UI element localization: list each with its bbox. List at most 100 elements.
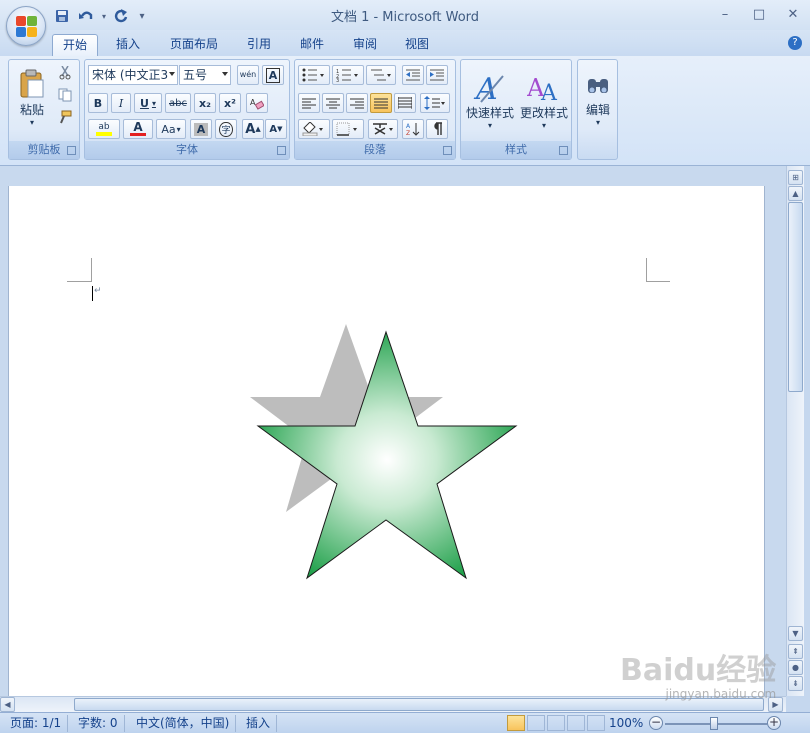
print-layout-view-icon[interactable] [507,715,525,731]
paste-button[interactable]: 粘贴 ▾ [12,63,52,133]
copy-button[interactable] [55,86,75,104]
grow-font-button[interactable]: A ▲ [242,119,264,139]
decrease-indent-button[interactable] [402,65,424,85]
multilevel-list-button[interactable] [366,65,396,85]
character-shading-icon: A [193,122,209,136]
page-count[interactable]: 页面: 1/1 [4,715,69,732]
borders-button[interactable] [332,119,364,139]
styles-launcher-icon[interactable] [559,146,568,155]
font-size-combo[interactable]: 五号 [179,65,231,85]
chinese-layout-button[interactable] [368,119,398,139]
editing-dropdown-icon: ▾ [595,117,600,127]
word-count[interactable]: 字数: 0 [72,715,125,732]
strikethrough-button[interactable]: abc [165,93,191,113]
tab-mailings[interactable]: 邮件 [290,34,334,56]
star-shape[interactable] [9,306,766,646]
clipboard-launcher-icon[interactable] [67,146,76,155]
sort-icon: AZ [406,123,420,136]
justify-button[interactable] [370,93,392,113]
increase-indent-icon [430,69,444,81]
format-painter-button[interactable] [55,108,75,126]
distribute-button[interactable] [394,93,416,113]
vertical-scroll-thumb[interactable] [788,202,803,392]
align-right-button[interactable] [346,93,368,113]
line-spacing-button[interactable] [420,93,450,113]
underline-button[interactable]: U ▾ [134,93,162,113]
phonetic-guide-icon: wén [239,70,257,79]
scroll-left-button[interactable]: ◀ [0,697,15,712]
font-name-combo[interactable]: 宋体 (中文正3 [88,65,178,85]
font-group: 宋体 (中文正3 五号 wén A B I U ▾ abc x₂ x² A ab … [84,59,290,160]
tab-references[interactable]: 引用 [237,34,281,56]
align-left-icon [302,98,316,108]
tab-insert[interactable]: 插入 [106,34,150,56]
phonetic-guide-button[interactable]: wén [237,65,259,85]
zoom-slider-knob[interactable] [710,717,718,730]
zoom-in-button[interactable]: + [767,716,781,730]
zoom-level[interactable]: 100% [603,715,649,732]
font-color-button[interactable]: A [123,119,153,139]
title-bar: ▾ ▾ 文档 1 - Microsoft Word – □ ✕ [0,0,810,30]
superscript-button[interactable]: x² [219,93,241,113]
language-indicator[interactable]: 中文(简体，中国) [130,715,237,732]
show-marks-button[interactable] [426,119,448,139]
clipboard-group: 粘贴 ▾ 剪贴板 [8,59,80,160]
full-screen-reading-view-icon[interactable] [527,715,545,731]
subscript-button[interactable]: x₂ [194,93,216,113]
shading-button[interactable] [298,119,330,139]
zoom-out-button[interactable]: − [649,716,663,730]
paragraph-launcher-icon[interactable] [443,146,452,155]
strikethrough-icon: abc [169,97,187,109]
italic-icon: I [118,96,124,110]
increase-indent-button[interactable] [426,65,448,85]
font-launcher-icon[interactable] [277,146,286,155]
shrink-font-button[interactable]: A ▼ [265,119,287,139]
numbering-button[interactable]: 123 [332,65,364,85]
scroll-down-button[interactable]: ▼ [788,626,803,641]
maximize-button[interactable]: □ [742,0,776,28]
tab-home[interactable]: 开始 [52,34,99,56]
help-icon[interactable]: ? [788,36,802,50]
editing-button[interactable]: 编辑 ▾ [580,63,616,138]
paragraph-mark-icon [434,122,442,135]
bullets-button[interactable] [298,65,330,85]
svg-text:A: A [406,123,411,130]
scroll-up-button[interactable]: ▲ [788,186,803,201]
outline-view-icon[interactable] [567,715,585,731]
highlight-button[interactable]: ab [88,119,120,139]
enclose-characters-button[interactable]: 字 [215,119,237,139]
binoculars-icon [588,78,608,93]
align-center-button[interactable] [322,93,344,113]
align-right-icon [350,98,364,108]
tab-review[interactable]: 审阅 [343,34,387,56]
sort-button[interactable]: AZ [402,119,424,139]
ruler-toggle-icon[interactable]: ⊞ [788,170,803,185]
insert-mode[interactable]: 插入 [240,715,278,732]
tab-page-layout[interactable]: 页面布局 [160,34,228,56]
shrink-font-icon: A [269,123,278,135]
editing-group: 编辑 ▾ [577,59,618,160]
clear-formatting-button[interactable]: A [246,93,268,113]
character-border-button[interactable]: A [262,65,284,85]
previous-page-button[interactable]: ⇞ [788,644,803,659]
align-left-button[interactable] [298,93,320,113]
quick-styles-button[interactable]: A 快速样式 ▾ [463,63,517,138]
close-button[interactable]: ✕ [776,0,810,28]
tab-view[interactable]: 视图 [395,34,439,56]
select-browse-object-button[interactable]: ● [788,660,803,675]
italic-button[interactable]: I [111,93,131,113]
cut-button[interactable] [55,64,75,82]
crop-mark-left-v [91,258,92,282]
character-shading-button[interactable]: A [190,119,212,139]
change-case-button[interactable]: Aa ▾ [156,119,186,139]
paste-label: 粘贴 [19,103,44,117]
vertical-scrollbar[interactable]: ⊞ ▲ ▼ ⇞ ● ⇟ [786,166,804,696]
next-page-button[interactable]: ⇟ [788,676,803,691]
office-button[interactable] [6,6,46,46]
green-star[interactable] [256,330,518,580]
minimize-button[interactable]: – [708,0,742,28]
bold-button[interactable]: B [88,93,108,113]
web-layout-view-icon[interactable] [547,715,565,731]
superscript-icon: x² [224,96,236,110]
change-styles-button[interactable]: AA 更改样式 ▾ [517,63,571,138]
